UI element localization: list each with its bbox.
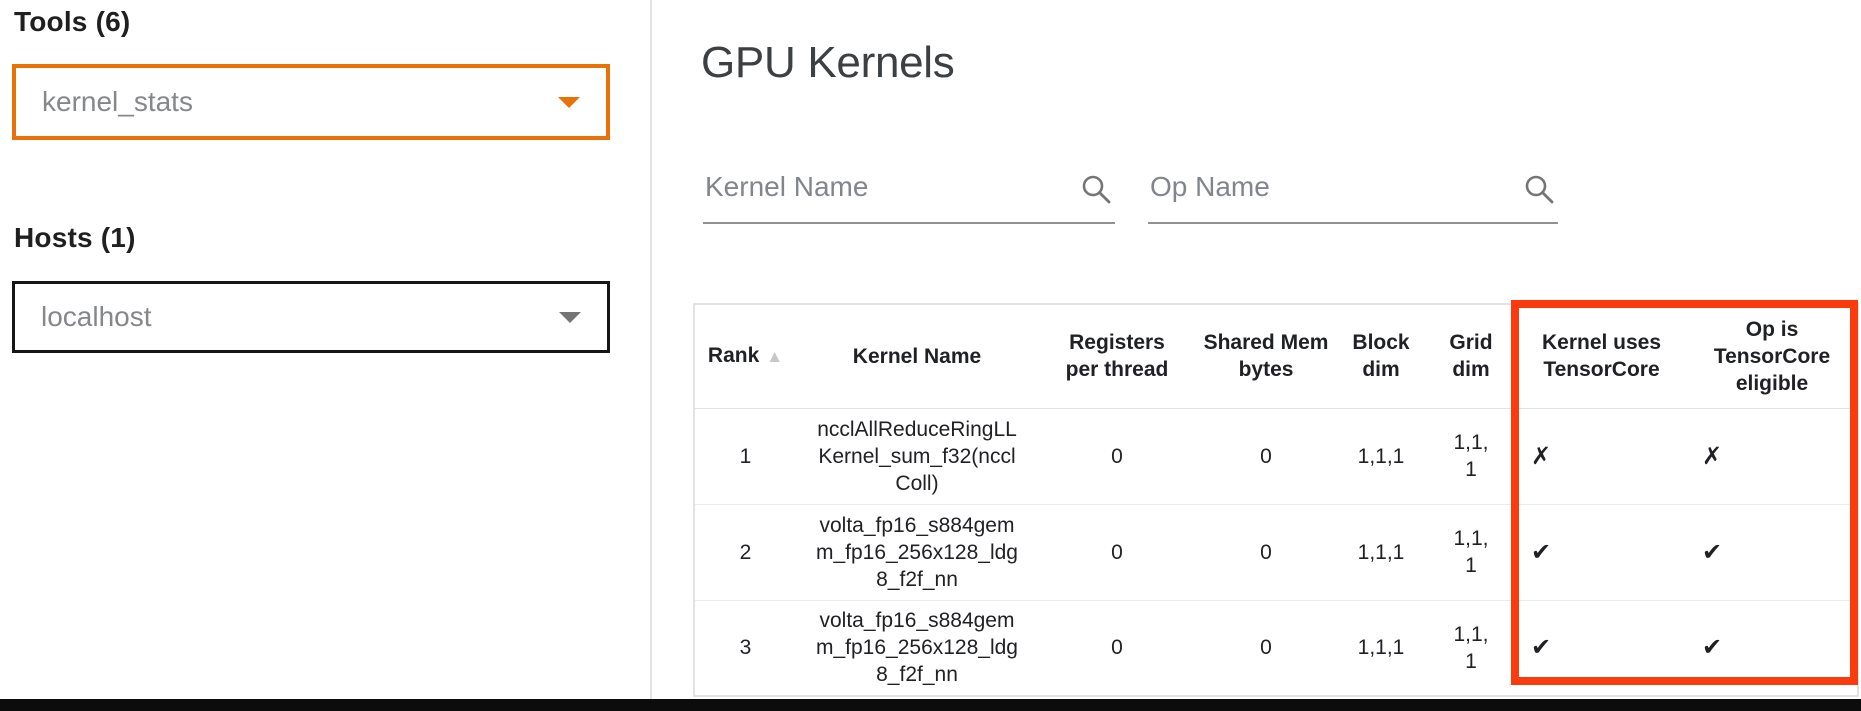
kernel-name-input[interactable]: [703, 158, 1115, 222]
column-header-shared-mem-bytes[interactable]: Shared Mem bytes: [1196, 304, 1336, 408]
hosts-dropdown[interactable]: localhost: [12, 281, 610, 353]
registers-cell: 0: [1038, 600, 1196, 696]
column-header-registers-per-thread[interactable]: Registers per thread: [1038, 304, 1196, 408]
column-header-rank[interactable]: Rank▲: [694, 304, 796, 408]
sidebar: Tools (6) kernel_stats Hosts (1) localho…: [0, 0, 650, 711]
kernel-name-cell: volta_fp16_s884gemm_fp16_256x128_ldg8_f2…: [796, 504, 1038, 600]
sort-ascending-icon: ▲: [766, 347, 783, 366]
kernel-name-cell: volta_fp16_s884gemm_fp16_256x128_ldg8_f2…: [796, 600, 1038, 696]
block-dim-cell: 1,1,1: [1336, 408, 1426, 504]
kernel-uses-tensorcore-cell: ✗: [1516, 408, 1687, 504]
table-row: 2 volta_fp16_s884gemm_fp16_256x128_ldg8_…: [694, 504, 1858, 600]
kernel-name-cell: ncclAllReduceRingLLKernel_sum_f32(ncclCo…: [796, 408, 1038, 504]
kernel-name-filter: [703, 158, 1115, 224]
column-header-op-tensorcore-eligible[interactable]: Op is TensorCore eligible: [1687, 304, 1858, 408]
rank-cell: 3: [694, 600, 796, 696]
shared-mem-cell: 0: [1196, 600, 1336, 696]
search-icon: [1522, 172, 1556, 206]
bottom-divider-bar: [0, 699, 1861, 711]
chevron-down-icon: [559, 312, 581, 323]
block-dim-cell: 1,1,1: [1336, 504, 1426, 600]
kernel-uses-tensorcore-cell: ✔: [1516, 600, 1687, 696]
block-dim-cell: 1,1,1: [1336, 600, 1426, 696]
search-icon: [1079, 172, 1113, 206]
shared-mem-cell: 0: [1196, 504, 1336, 600]
kernel-uses-tensorcore-cell: ✔: [1516, 504, 1687, 600]
table-header-row: Rank▲ Kernel Name Registers per thread S…: [694, 304, 1858, 408]
page-title: GPU Kernels: [701, 38, 954, 88]
hosts-count-label: Hosts (1): [14, 222, 136, 254]
tools-count-label: Tools (6): [14, 6, 130, 38]
column-header-block-dim[interactable]: Block dim: [1336, 304, 1426, 408]
chevron-down-icon: [558, 97, 580, 108]
op-tensorcore-eligible-cell: ✔: [1687, 504, 1858, 600]
tools-dropdown-value: kernel_stats: [42, 86, 193, 118]
op-tensorcore-eligible-cell: ✗: [1687, 408, 1858, 504]
table-row: 3 volta_fp16_s884gemm_fp16_256x128_ldg8_…: [694, 600, 1858, 696]
column-header-kernel-name[interactable]: Kernel Name: [796, 304, 1038, 408]
rank-cell: 2: [694, 504, 796, 600]
grid-dim-cell: 1,1,1: [1426, 600, 1516, 696]
table-row: 1 ncclAllReduceRingLLKernel_sum_f32(nccl…: [694, 408, 1858, 504]
grid-dim-cell: 1,1,1: [1426, 408, 1516, 504]
registers-cell: 0: [1038, 504, 1196, 600]
gpu-kernels-table: Rank▲ Kernel Name Registers per thread S…: [693, 303, 1859, 697]
column-header-kernel-uses-tensorcore[interactable]: Kernel uses TensorCore: [1516, 304, 1687, 408]
profiler-app: Tools (6) kernel_stats Hosts (1) localho…: [0, 0, 1861, 711]
op-name-filter: [1148, 158, 1558, 224]
op-name-input[interactable]: [1148, 158, 1558, 222]
op-tensorcore-eligible-cell: ✔: [1687, 600, 1858, 696]
grid-dim-cell: 1,1,1: [1426, 504, 1516, 600]
column-header-grid-dim[interactable]: Grid dim: [1426, 304, 1516, 408]
hosts-dropdown-value: localhost: [41, 301, 152, 333]
tools-dropdown[interactable]: kernel_stats: [12, 64, 610, 140]
shared-mem-cell: 0: [1196, 408, 1336, 504]
registers-cell: 0: [1038, 408, 1196, 504]
rank-cell: 1: [694, 408, 796, 504]
